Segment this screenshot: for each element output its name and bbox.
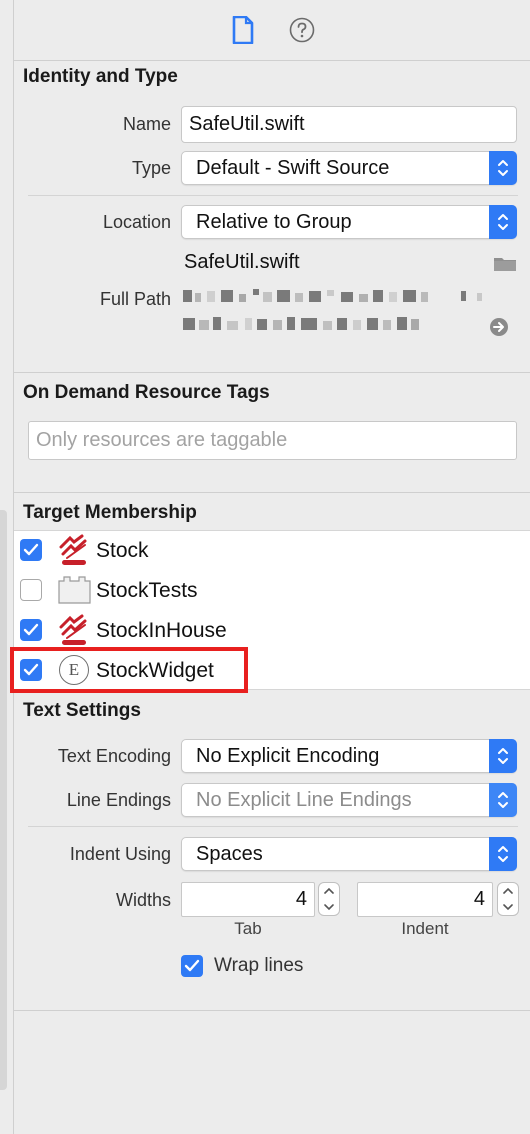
full-path-label: Full Path: [99, 289, 171, 309]
chevron-updown-icon: [489, 205, 517, 239]
location-popup[interactable]: Relative to Group: [181, 205, 517, 239]
text-encoding-label: Text Encoding: [57, 746, 171, 766]
indent-caption: Indent: [401, 919, 449, 938]
chevron-updown-icon: [489, 739, 517, 773]
left-scroll-edge: [0, 510, 7, 1090]
redacted-full-path: [183, 287, 483, 337]
tags-input: Only resources are taggable: [28, 421, 517, 460]
type-label: Type: [131, 158, 171, 178]
tab-width-field[interactable]: 4: [181, 882, 315, 917]
location-label: Location: [102, 212, 171, 232]
identity-section-title: Identity and Type: [23, 66, 178, 87]
name-label: Name: [122, 114, 171, 134]
tags-placeholder: Only resources are taggable: [36, 429, 288, 451]
help-circle-icon[interactable]: [289, 17, 315, 43]
test-bundle-icon: [58, 576, 91, 604]
line-endings-label: Line Endings: [66, 790, 171, 810]
wrap-lines-label: Wrap lines: [214, 955, 304, 976]
line-endings-value: No Explicit Line Endings: [196, 788, 412, 811]
chevron-updown-icon: [489, 151, 517, 185]
highlight-box: [10, 647, 248, 693]
tab-width-stepper[interactable]: [318, 882, 340, 916]
inspector-toolbar: [14, 0, 530, 61]
name-field[interactable]: SafeUtil.swift: [181, 106, 517, 143]
indent-width-stepper[interactable]: [497, 882, 519, 916]
type-popup-value: Default - Swift Source: [196, 156, 390, 179]
indent-width-field[interactable]: 4: [357, 882, 493, 917]
folder-icon[interactable]: [493, 255, 517, 272]
name-field-value: SafeUtil.swift: [189, 113, 305, 135]
indent-using-value: Spaces: [196, 842, 263, 865]
widths-label: Widths: [115, 890, 171, 910]
target-checkbox-stock[interactable]: [20, 539, 42, 561]
chevron-updown-icon: [489, 837, 517, 871]
text-encoding-value: No Explicit Encoding: [196, 744, 380, 767]
section-separator: [14, 372, 530, 373]
text-settings-divider: [28, 826, 518, 827]
on-demand-section-title: On Demand Resource Tags: [23, 382, 270, 403]
indent-using-popup[interactable]: Spaces: [181, 837, 517, 871]
stock-app-icon: [58, 614, 90, 646]
identity-divider: [28, 195, 518, 196]
file-name-text: SafeUtil.swift: [184, 251, 300, 273]
target-checkbox-stockinhouse[interactable]: [20, 619, 42, 641]
file-inspector-tab-icon[interactable]: [232, 15, 254, 45]
target-label-stock: Stock: [96, 539, 149, 562]
section-separator: [14, 1010, 530, 1011]
line-endings-popup[interactable]: No Explicit Line Endings: [181, 783, 517, 817]
text-encoding-popup[interactable]: No Explicit Encoding: [181, 739, 517, 773]
type-popup[interactable]: Default - Swift Source: [181, 151, 517, 185]
location-popup-value: Relative to Group: [196, 210, 352, 233]
stock-app-icon: [58, 534, 90, 566]
target-label-stockinhouse: StockInHouse: [96, 619, 227, 642]
tab-caption: Tab: [234, 919, 262, 938]
target-membership-section-title: Target Membership: [23, 502, 197, 523]
reveal-arrow-icon[interactable]: [489, 317, 509, 337]
target-label-stocktests: StockTests: [96, 579, 198, 602]
tab-width-value: 4: [295, 888, 307, 910]
chevron-updown-icon: [489, 783, 517, 817]
indent-width-value: 4: [473, 888, 485, 910]
section-separator: [14, 492, 530, 493]
indent-using-label: Indent Using: [69, 844, 171, 864]
wrap-lines-checkbox[interactable]: [181, 955, 203, 977]
text-settings-section-title: Text Settings: [23, 700, 141, 721]
target-checkbox-stocktests[interactable]: [20, 579, 42, 601]
